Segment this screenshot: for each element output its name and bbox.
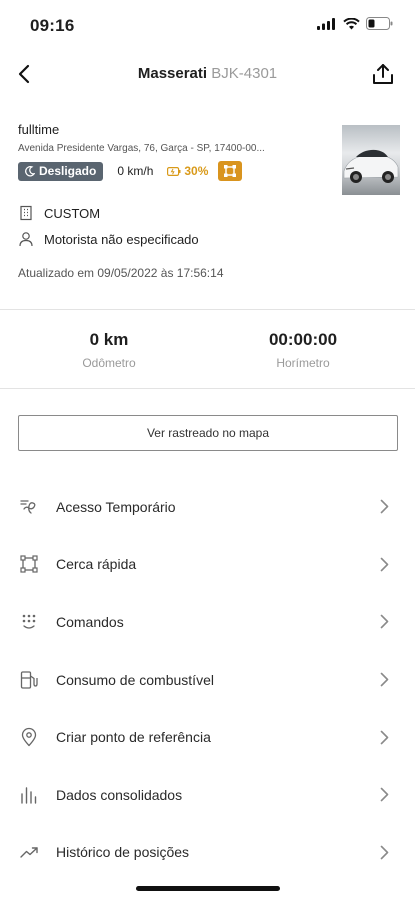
menu-item-consolidated-data[interactable]: Dados consolidados [0,766,415,824]
chevron-right-icon [377,726,391,748]
menu-item-label: Cerca rápida [56,556,137,573]
status-bar: 09:16 [0,0,415,50]
vehicle-address: Avenida Presidente Vargas, 76, Garça - S… [18,143,265,154]
menu-item-commands[interactable]: Comandos [0,593,415,651]
moon-icon [25,165,35,176]
battery-status-icon [366,17,393,30]
user-icon [19,232,33,247]
menu-item-label: Criar ponto de referência [56,729,211,746]
vehicle-name: Masserati [137,65,208,82]
chevron-right-icon [377,784,391,806]
share-icon [373,64,393,84]
wifi-icon [343,17,360,29]
vehicle-category-row: CUSTOM [18,205,100,221]
fuel-icon [18,669,40,691]
fence-icon [224,165,237,177]
page-title: Masserati BJK-4301 [0,65,415,82]
building-icon [20,205,32,221]
status-icons [317,17,393,30]
ignition-status-label: Desligado [39,164,97,178]
menu-item-fuel-consumption[interactable]: Consumo de combustível [0,651,415,709]
chevron-right-icon [377,841,391,863]
status-badges: Desligado 0 km/h 30% [18,161,398,181]
menu-item-label: Acesso Temporário [56,498,176,515]
menu-item-label: Consumo de combustível [56,671,214,688]
menu-item-label: Dados consolidados [56,786,183,803]
status-time: 09:16 [30,16,75,35]
driver-name: Motorista não especificado [44,231,199,247]
hourmeter-label: Horímetro [276,356,330,370]
quick-fence-icon [18,553,40,575]
chevron-right-icon [377,611,391,633]
speed-badge: 0 km/h [117,164,154,178]
home-indicator[interactable] [136,886,280,891]
company-name: fulltime [18,122,60,137]
odometer-value: 0 km [89,330,129,349]
chevron-right-icon [377,669,391,691]
menu-item-position-history[interactable]: Histórico de posições [0,824,415,882]
driver-row: Motorista não especificado [18,231,199,247]
fence-badge [218,161,243,181]
nav-header: Masserati BJK-4301 [0,52,415,96]
view-on-map-button[interactable]: Ver rastreado no mapa [18,415,398,451]
battery-level: 30% [184,164,209,178]
odometer-label: Odômetro [82,356,136,370]
menu-item-label: Histórico de posições [56,844,190,861]
stats-panel: 0 km Odômetro 00:00:00 Horímetro [0,309,415,389]
odometer-stat: 0 km Odômetro [14,330,204,370]
menu-item-quick-fence[interactable]: Cerca rápida [0,536,415,594]
signal-icon [317,17,335,30]
share-button[interactable] [365,56,401,92]
battery-icon [167,166,181,176]
vehicle-plate: BJK-4301 [211,65,278,82]
trend-icon [18,841,40,863]
menu-item-temporary-access[interactable]: Acesso Temporário [0,478,415,536]
chevron-right-icon [377,553,391,575]
action-menu: Acesso Temporário Cerca rápida Comandos … [0,478,415,881]
ignition-status-badge: Desligado [18,161,104,181]
menu-item-label: Comandos [56,613,124,630]
hourmeter-value: 00:00:00 [268,330,338,349]
location-pin-icon [18,726,40,748]
temporary-access-icon [18,496,40,518]
chevron-right-icon [377,496,391,518]
car-image [343,149,399,183]
battery-badge: 30% [167,164,208,178]
commands-icon [18,611,40,633]
vehicle-photo[interactable] [342,125,400,195]
last-updated: Atualizado em 09/05/2022 às 17:56:14 [18,266,224,280]
vehicle-summary: fulltime Avenida Presidente Vargas, 76, … [18,122,398,181]
vehicle-category: CUSTOM [44,205,101,221]
hourmeter-stat: 00:00:00 Horímetro [208,330,398,370]
menu-item-create-reference-point[interactable]: Criar ponto de referência [0,708,415,766]
bar-chart-icon [18,784,40,806]
